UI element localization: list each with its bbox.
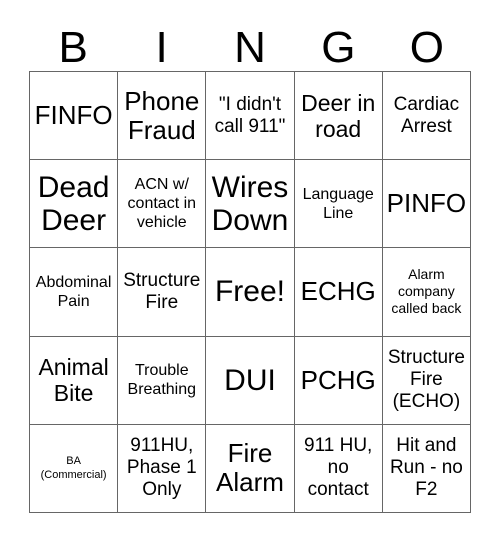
bingo-cell-g1[interactable]: Deer in road: [294, 72, 383, 161]
bingo-header-row: B I N G O: [29, 18, 471, 71]
bingo-cell-b3[interactable]: Abdominal Pain: [30, 248, 119, 337]
bingo-cell-label: Hit and Run - no F2: [389, 435, 463, 501]
bingo-cell-n5[interactable]: Fire Alarm: [206, 424, 295, 513]
bingo-cell-o3[interactable]: Alarm company called back: [382, 248, 471, 337]
bingo-cell-label: ACN w/ contact in vehicle: [127, 176, 197, 232]
bingo-cell-i1[interactable]: Phone Fraud: [118, 72, 207, 161]
bingo-grid: FINFO Phone Fraud "I didn't call 911" De…: [29, 71, 471, 513]
bingo-cell-label: Cardiac Arrest: [393, 93, 460, 137]
bingo-cell-g2[interactable]: Language Line: [294, 160, 383, 249]
bingo-cell-label: Structure Fire (ECHO): [387, 347, 465, 413]
bingo-cell-label: FINFO: [34, 100, 113, 131]
bingo-cell-label: Wires Down: [211, 170, 289, 237]
bingo-cell-label: Language Line: [302, 185, 374, 222]
bingo-cell-label: Animal Bite: [38, 354, 109, 407]
bingo-cell-b2[interactable]: Dead Deer: [30, 160, 119, 249]
bingo-cell-label: 911 HU, no contact: [304, 435, 373, 501]
bingo-cell-o5[interactable]: Hit and Run - no F2: [382, 424, 471, 513]
bingo-cell-b1[interactable]: FINFO: [30, 72, 119, 161]
bingo-cell-label: Trouble Breathing: [127, 362, 197, 399]
bingo-cell-free-space[interactable]: Free!: [206, 248, 295, 337]
bingo-card: B I N G O FINFO Phone Fraud "I didn't ca…: [0, 0, 500, 544]
bingo-cell-label: Dead Deer: [37, 170, 110, 237]
bingo-cell-i3[interactable]: Structure Fire: [118, 248, 207, 337]
bingo-cell-label: Structure Fire: [123, 269, 201, 313]
bingo-cell-label: Fire Alarm: [216, 438, 284, 498]
bingo-cell-label: Phone Fraud: [124, 85, 200, 145]
bingo-header-letter-g: G: [321, 23, 356, 72]
bingo-cell-label: Free!: [214, 275, 285, 309]
bingo-cell-label: Deer in road: [301, 89, 376, 142]
bingo-cell-label: PINFO: [386, 188, 467, 219]
bingo-cell-i2[interactable]: ACN w/ contact in vehicle: [118, 160, 207, 249]
bingo-header-letter-o: O: [409, 23, 444, 72]
bingo-cell-label: BA (Commercial): [40, 455, 107, 482]
bingo-header-letter-b: B: [58, 23, 88, 72]
bingo-cell-label: Abdominal Pain: [35, 273, 112, 310]
bingo-cell-n2[interactable]: Wires Down: [206, 160, 295, 249]
bingo-cell-label: PCHG: [300, 364, 376, 395]
bingo-cell-o1[interactable]: Cardiac Arrest: [382, 72, 471, 161]
bingo-cell-g5[interactable]: 911 HU, no contact: [294, 424, 383, 513]
bingo-cell-label: DUI: [224, 363, 276, 397]
bingo-cell-o4[interactable]: Structure Fire (ECHO): [382, 336, 471, 425]
bingo-cell-b5[interactable]: BA (Commercial): [30, 424, 119, 513]
bingo-cell-i5[interactable]: 911HU, Phase 1 Only: [118, 424, 207, 513]
bingo-cell-label: Alarm company called back: [391, 266, 462, 317]
bingo-cell-label: 911HU, Phase 1 Only: [126, 435, 197, 501]
bingo-cell-n4[interactable]: DUI: [206, 336, 295, 425]
bingo-cell-i4[interactable]: Trouble Breathing: [118, 336, 207, 425]
bingo-cell-b4[interactable]: Animal Bite: [30, 336, 119, 425]
bingo-cell-g4[interactable]: PCHG: [294, 336, 383, 425]
bingo-header-letter-i: I: [155, 23, 168, 72]
bingo-cell-label: "I didn't call 911": [214, 93, 286, 137]
bingo-cell-n1[interactable]: "I didn't call 911": [206, 72, 295, 161]
bingo-cell-o2[interactable]: PINFO: [382, 160, 471, 249]
bingo-cell-g3[interactable]: ECHG: [294, 248, 383, 337]
bingo-cell-label: ECHG: [300, 276, 376, 307]
bingo-header-letter-n: N: [234, 23, 266, 72]
